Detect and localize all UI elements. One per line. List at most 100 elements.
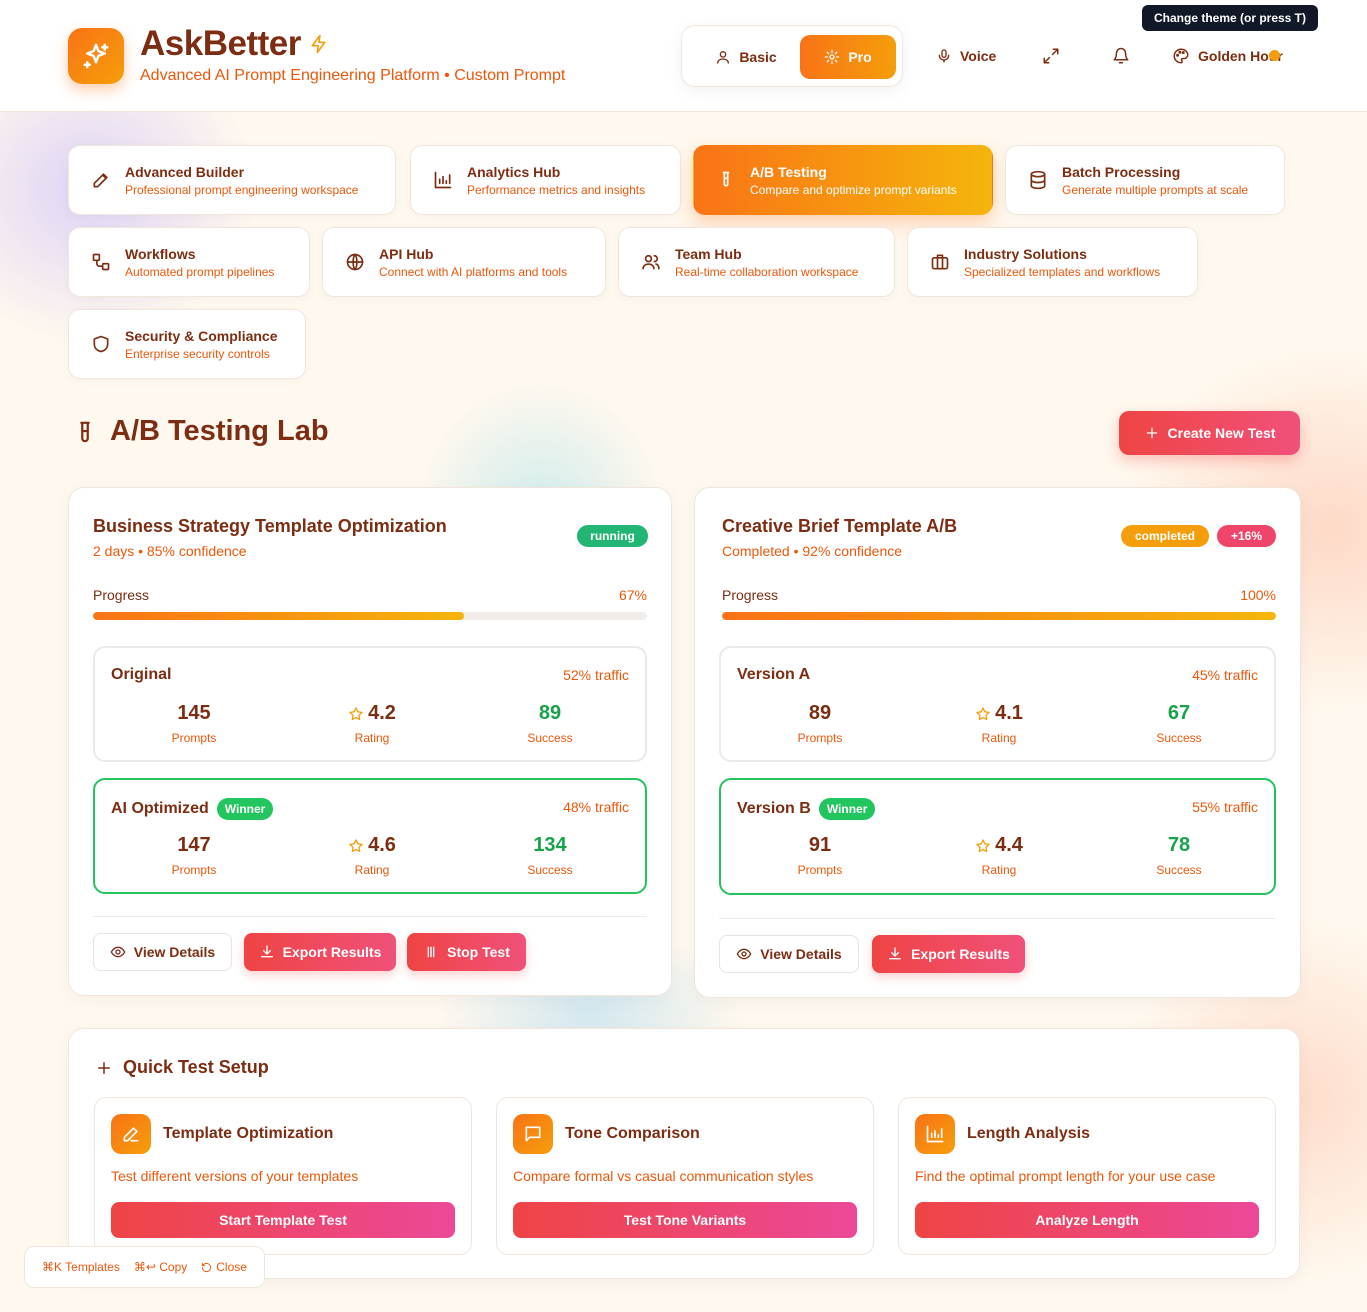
stat-value: 4.4 <box>995 834 1023 856</box>
start-template-test-button[interactable]: Start Template Test <box>111 1202 455 1238</box>
nav-title: Batch Processing <box>1062 163 1181 180</box>
nav-security-compliance[interactable]: Security & Compliance Enterprise security… <box>68 309 306 379</box>
shortcut-close[interactable]: Close <box>201 1260 247 1274</box>
view-details-button[interactable]: View Details <box>93 933 232 971</box>
variant-name: Original <box>111 666 171 684</box>
view-details-label: View Details <box>133 944 216 960</box>
keyboard-shortcuts-bar: ⌘K Templates ⌘↩ Copy Close <box>24 1246 265 1288</box>
stat-value: 147 <box>177 834 211 856</box>
nav-desc: Generate multiple prompts at scale <box>1062 182 1249 197</box>
progress-bar <box>722 612 1276 620</box>
shortcut-copy[interactable]: ⌘↩ Copy <box>134 1260 187 1274</box>
progress-value: 100% <box>1240 587 1276 603</box>
mode-switch: Basic Pro <box>681 25 903 87</box>
divider <box>719 918 1276 919</box>
nav-desc: Specialized templates and workflows <box>964 264 1161 279</box>
stop-test-button[interactable]: Stop Test <box>407 933 526 971</box>
nav-ab-testing[interactable]: A/B Testing Compare and optimize prompt v… <box>693 145 993 215</box>
stat-value: 89 <box>538 702 562 724</box>
nav-title: A/B Testing <box>750 163 827 180</box>
mode-basic-button[interactable]: Basic <box>692 35 800 79</box>
microphone-icon <box>936 48 952 64</box>
bar-chart-icon <box>433 170 453 190</box>
mode-pro-button[interactable]: Pro <box>800 35 896 79</box>
database-icon <box>1028 170 1048 190</box>
pause-icon <box>423 944 439 960</box>
view-details-button[interactable]: View Details <box>719 935 859 973</box>
briefcase-icon <box>930 252 950 272</box>
variant-card: Version A 45% traffic 89 Prompts 4.1 Ratin… <box>719 646 1276 762</box>
app-header: AskBetter Advanced AI Prompt Engineering… <box>0 0 1367 112</box>
brand-subtitle: Advanced AI Prompt Engineering Platform … <box>140 67 566 84</box>
nav-desc: Automated prompt pipelines <box>125 264 275 279</box>
divider <box>93 916 647 917</box>
create-new-test-button[interactable]: Create New Test <box>1119 411 1300 455</box>
stat-label: Rating <box>981 731 1017 745</box>
user-icon <box>715 49 731 65</box>
pencil-icon <box>91 170 111 190</box>
nav-industry-solutions[interactable]: Industry Solutions Specialized templates … <box>907 227 1198 297</box>
winner-badge: Winner <box>216 798 274 820</box>
quick-card-template-optimization: Template Optimization Test different ver… <box>94 1097 472 1255</box>
stat-prompts: 91 Prompts <box>740 834 900 877</box>
fullscreen-button[interactable] <box>1042 38 1060 74</box>
status-badge: completed <box>1121 525 1209 547</box>
nav-api-hub[interactable]: API Hub Connect with AI platforms and too… <box>322 227 606 297</box>
stat-value: 4.6 <box>368 834 396 856</box>
quick-card-name: Tone Comparison <box>565 1125 700 1142</box>
nav-title: Industry Solutions <box>964 245 1087 262</box>
variant-traffic: 45% traffic <box>1192 667 1258 683</box>
nav-batch-processing[interactable]: Batch Processing Generate multiple prompt… <box>1005 145 1285 215</box>
star-icon <box>348 706 364 722</box>
quick-card-name: Template Optimization <box>163 1125 334 1142</box>
stat-prompts: 145 Prompts <box>114 702 274 745</box>
quick-card-length-analysis: Length Analysis Find the optimal prompt … <box>898 1097 1276 1255</box>
nav-team-hub[interactable]: Team Hub Real-time collaboration workspac… <box>618 227 895 297</box>
test-meta: 2 days • 85% confidence <box>93 543 247 559</box>
winner-badge: Winner <box>818 798 876 820</box>
quick-card-name: Length Analysis <box>967 1125 1090 1142</box>
stat-rating: 4.2 Rating <box>292 702 452 745</box>
create-new-test-label: Create New Test <box>1167 425 1276 441</box>
shortcut-templates[interactable]: ⌘K Templates <box>42 1260 120 1274</box>
variant-name-text: Version A <box>737 666 811 683</box>
theme-tooltip: Change theme (or press T) <box>1142 5 1318 31</box>
export-results-button[interactable]: Export Results <box>872 935 1025 973</box>
progress-value: 67% <box>618 587 647 603</box>
eye-icon <box>110 944 126 960</box>
page-title-text: A/B Testing Lab <box>110 415 329 447</box>
nav-analytics-hub[interactable]: Analytics Hub Performance metrics and ins… <box>410 145 681 215</box>
mode-basic-label: Basic <box>739 49 777 65</box>
test-card: Creative Brief Template A/B Completed • … <box>694 487 1301 998</box>
bar-chart-icon <box>915 1114 955 1154</box>
theme-button[interactable]: Golden Hour <box>1172 38 1283 74</box>
export-results-label: Export Results <box>911 946 1010 962</box>
export-results-button[interactable]: Export Results <box>244 933 396 971</box>
star-icon <box>348 838 364 854</box>
stat-value: 134 <box>533 834 567 856</box>
variant-name: AI Optimized Winner <box>111 798 274 820</box>
stop-test-label: Stop Test <box>447 944 510 960</box>
progress-label: Progress <box>93 587 150 603</box>
test-meta: Completed • 92% confidence <box>722 543 903 559</box>
stat-label: Prompts <box>171 731 217 745</box>
lift-badge: +16% <box>1217 525 1276 547</box>
notifications-button[interactable] <box>1112 38 1130 74</box>
stat-success: 89 Success <box>470 702 630 745</box>
nav-desc: Enterprise security controls <box>125 346 270 361</box>
progress-label: Progress <box>722 587 779 603</box>
nav-advanced-builder[interactable]: Advanced Builder Professional prompt engi… <box>68 145 396 215</box>
nav-workflows[interactable]: Workflows Automated prompt pipelines <box>68 227 310 297</box>
nav-desc: Connect with AI platforms and tools <box>379 264 568 279</box>
test-tone-variants-button[interactable]: Test Tone Variants <box>513 1202 857 1238</box>
bolt-icon <box>309 33 329 55</box>
gear-icon <box>824 49 840 65</box>
stat-label: Success <box>1156 731 1202 745</box>
stat-label: Prompts <box>797 731 843 745</box>
progress-bar <box>93 612 647 620</box>
voice-button[interactable]: Voice <box>936 38 996 74</box>
variant-traffic: 52% traffic <box>563 667 629 683</box>
quick-card-desc: Find the optimal prompt length for your … <box>915 1168 1216 1184</box>
stat-success: 78 Success <box>1099 834 1259 877</box>
analyze-length-button[interactable]: Analyze Length <box>915 1202 1259 1238</box>
